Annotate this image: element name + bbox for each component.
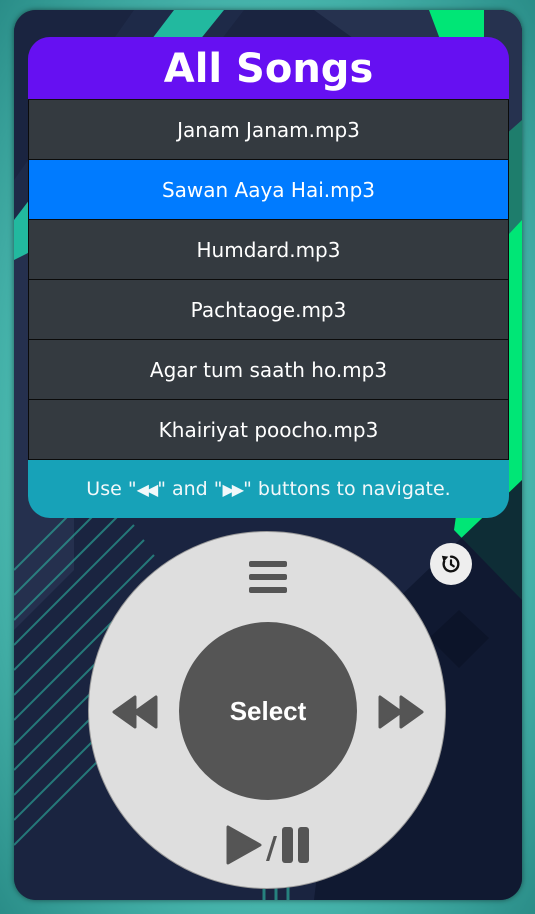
song-item-selected[interactable]: Sawan Aaya Hai.mp3	[28, 160, 509, 220]
play-pause-button[interactable]: /	[218, 822, 318, 868]
rotate-left-icon	[441, 555, 460, 573]
hint-between: " and "	[157, 478, 223, 500]
ipod-device: All Songs Janam Janam.mp3 Sawan Aaya Hai…	[14, 10, 522, 900]
click-wheel[interactable]: / Select	[88, 531, 446, 889]
rewind-button[interactable]	[107, 690, 163, 734]
play-pause-icon: /	[226, 825, 309, 866]
fast-forward-icon	[378, 695, 424, 729]
hint-prefix: Use "	[86, 478, 137, 500]
song-item[interactable]: Pachtaoge.mp3	[28, 280, 509, 340]
menu-button[interactable]	[238, 554, 298, 600]
song-item[interactable]: Khairiyat poocho.mp3	[28, 400, 509, 460]
forward-glyph: ▶▶	[222, 480, 245, 499]
menu-icon	[249, 561, 287, 593]
screen-title: All Songs	[28, 37, 509, 100]
song-list-screen: All Songs Janam Janam.mp3 Sawan Aaya Hai…	[28, 37, 509, 518]
song-item[interactable]: Agar tum saath ho.mp3	[28, 340, 509, 400]
hint-suffix: " buttons to navigate.	[243, 478, 451, 500]
song-item[interactable]: Humdard.mp3	[28, 220, 509, 280]
reset-button[interactable]	[430, 543, 472, 585]
rewind-icon	[112, 695, 158, 729]
page-background: All Songs Janam Janam.mp3 Sawan Aaya Hai…	[0, 0, 535, 914]
song-item[interactable]: Janam Janam.mp3	[28, 100, 509, 160]
play-pause-separator: /	[266, 831, 277, 866]
fast-forward-button[interactable]	[373, 690, 429, 734]
rewind-glyph: ◀◀	[136, 480, 159, 499]
navigation-hint: Use "◀◀ " and "▶▶ " buttons to navigate.	[28, 460, 509, 518]
select-button[interactable]: Select	[179, 622, 357, 800]
